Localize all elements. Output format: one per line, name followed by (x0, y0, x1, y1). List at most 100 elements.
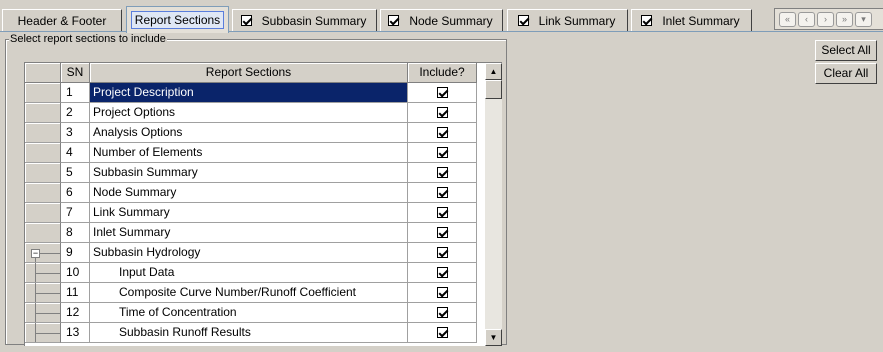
sn-cell: 2 (61, 103, 90, 123)
scroll-down-button[interactable]: ▼ (485, 329, 502, 346)
row-indicator[interactable] (25, 283, 61, 303)
table-row[interactable]: 10 Input Data (25, 263, 485, 283)
sn-cell: 13 (61, 323, 90, 343)
tree-lines (25, 303, 60, 322)
tab-navigation-box: «‹ ›» ▾ (774, 8, 883, 30)
include-checkbox[interactable] (437, 207, 448, 218)
tab-inlet-summary[interactable]: Inlet Summary (631, 9, 752, 31)
tab-include-checkbox[interactable] (641, 15, 653, 26)
row-indicator[interactable] (25, 183, 61, 203)
include-checkbox[interactable] (437, 307, 448, 318)
include-checkbox[interactable] (437, 147, 448, 158)
table-row[interactable]: 7 Link Summary (25, 203, 485, 223)
include-checkbox[interactable] (437, 227, 448, 238)
first-page-icon[interactable]: « (779, 11, 796, 27)
table-row[interactable]: 12 Time of Concentration (25, 303, 485, 323)
dropdown-icon[interactable]: ▾ (855, 11, 872, 27)
sn-cell: 4 (61, 143, 90, 163)
row-indicator[interactable] (25, 143, 61, 163)
include-checkbox[interactable] (437, 127, 448, 138)
sn-cell: 5 (61, 163, 90, 183)
table-row[interactable]: 11 Composite Curve Number/Runoff Coeffici… (25, 283, 485, 303)
include-checkbox[interactable] (437, 327, 448, 338)
select-all-button[interactable]: Select All (815, 40, 877, 61)
row-indicator[interactable] (25, 83, 61, 103)
section-name-cell[interactable]: Subbasin Hydrology (90, 243, 408, 263)
section-name-cell[interactable]: Subbasin Summary (90, 163, 408, 183)
section-name-cell[interactable]: Node Summary (90, 183, 408, 203)
sn-cell: 3 (61, 123, 90, 143)
row-indicator[interactable] (25, 263, 61, 283)
tab-include-checkbox[interactable] (240, 15, 252, 26)
table-row[interactable]: 1 Project Description (25, 83, 485, 103)
section-name-cell[interactable]: Link Summary (90, 203, 408, 223)
include-cell (408, 203, 477, 223)
scroll-thumb[interactable] (485, 80, 502, 99)
table-row[interactable]: 3 Analysis Options (25, 123, 485, 143)
row-indicator[interactable]: − (25, 243, 61, 263)
sn-cell: 7 (61, 203, 90, 223)
row-indicator[interactable] (25, 163, 61, 183)
sn-cell: 11 (61, 283, 90, 303)
section-name-cell[interactable]: Input Data (90, 263, 408, 283)
row-indicator[interactable] (25, 123, 61, 143)
header-report-sections[interactable]: Report Sections (90, 63, 408, 83)
tab-label: Subbasin Summary (261, 13, 367, 28)
collapse-icon[interactable]: − (31, 249, 40, 258)
tree-lines (25, 323, 60, 342)
include-checkbox[interactable] (437, 167, 448, 178)
table-row[interactable]: 6 Node Summary (25, 183, 485, 203)
include-checkbox[interactable] (437, 247, 448, 258)
table-row[interactable]: 2 Project Options (25, 103, 485, 123)
section-name-cell[interactable]: Number of Elements (90, 143, 408, 163)
sn-cell: 9 (61, 243, 90, 263)
vertical-scrollbar[interactable]: ▲ ▼ (485, 63, 502, 346)
next-page-icon[interactable]: › (817, 11, 834, 27)
section-name-cell[interactable]: Composite Curve Number/Runoff Coefficien… (90, 283, 408, 303)
include-checkbox[interactable] (437, 107, 448, 118)
tab-include-checkbox[interactable] (388, 15, 400, 26)
table-row[interactable]: 13 Subbasin Runoff Results (25, 323, 485, 343)
tab-report-sections[interactable]: Report Sections (126, 6, 229, 33)
include-cell (408, 323, 477, 343)
include-cell (408, 283, 477, 303)
tab-label: Node Summary (409, 13, 493, 28)
group-legend: Select report sections to include (9, 33, 167, 46)
row-indicator[interactable] (25, 103, 61, 123)
row-indicator[interactable] (25, 303, 61, 323)
table-row[interactable]: 5 Subbasin Summary (25, 163, 485, 183)
header-include[interactable]: Include? (408, 63, 477, 83)
row-indicator[interactable] (25, 223, 61, 243)
include-checkbox[interactable] (437, 87, 448, 98)
section-name-cell[interactable]: Project Description (90, 83, 408, 103)
header-sn[interactable]: SN (61, 63, 90, 83)
previous-page-icon[interactable]: ‹ (798, 11, 815, 27)
include-checkbox[interactable] (437, 187, 448, 198)
last-page-icon[interactable]: » (836, 11, 853, 27)
scroll-up-button[interactable]: ▲ (485, 63, 502, 80)
row-indicator[interactable] (25, 203, 61, 223)
tab-link-summary[interactable]: Link Summary (507, 9, 628, 31)
section-name-cell[interactable]: Inlet Summary (90, 223, 408, 243)
section-name-cell[interactable]: Time of Concentration (90, 303, 408, 323)
table-row[interactable]: 4 Number of Elements (25, 143, 485, 163)
tab-subbasin-summary[interactable]: Subbasin Summary (232, 9, 377, 31)
section-name-cell[interactable]: Project Options (90, 103, 408, 123)
include-checkbox[interactable] (437, 287, 448, 298)
tab-node-summary[interactable]: Node Summary (380, 9, 503, 31)
include-checkbox[interactable] (437, 267, 448, 278)
tab-include-checkbox[interactable] (517, 15, 529, 26)
tab-label: Header & Footer (17, 13, 107, 28)
tab-strip: Header & Footer Report Sections Subbasin S… (0, 0, 883, 33)
table-row[interactable]: 8 Inlet Summary (25, 223, 485, 243)
grid-header-row: SN Report Sections Include? (25, 63, 485, 83)
sn-cell: 6 (61, 183, 90, 203)
table-row[interactable]: − 9 Subbasin Hydrology (25, 243, 485, 263)
tree-lines (25, 283, 60, 302)
include-cell (408, 143, 477, 163)
section-name-cell[interactable]: Subbasin Runoff Results (90, 323, 408, 343)
row-indicator[interactable] (25, 323, 61, 343)
section-name-cell[interactable]: Analysis Options (90, 123, 408, 143)
clear-all-button[interactable]: Clear All (815, 63, 877, 84)
tab-header-footer[interactable]: Header & Footer (2, 9, 122, 31)
